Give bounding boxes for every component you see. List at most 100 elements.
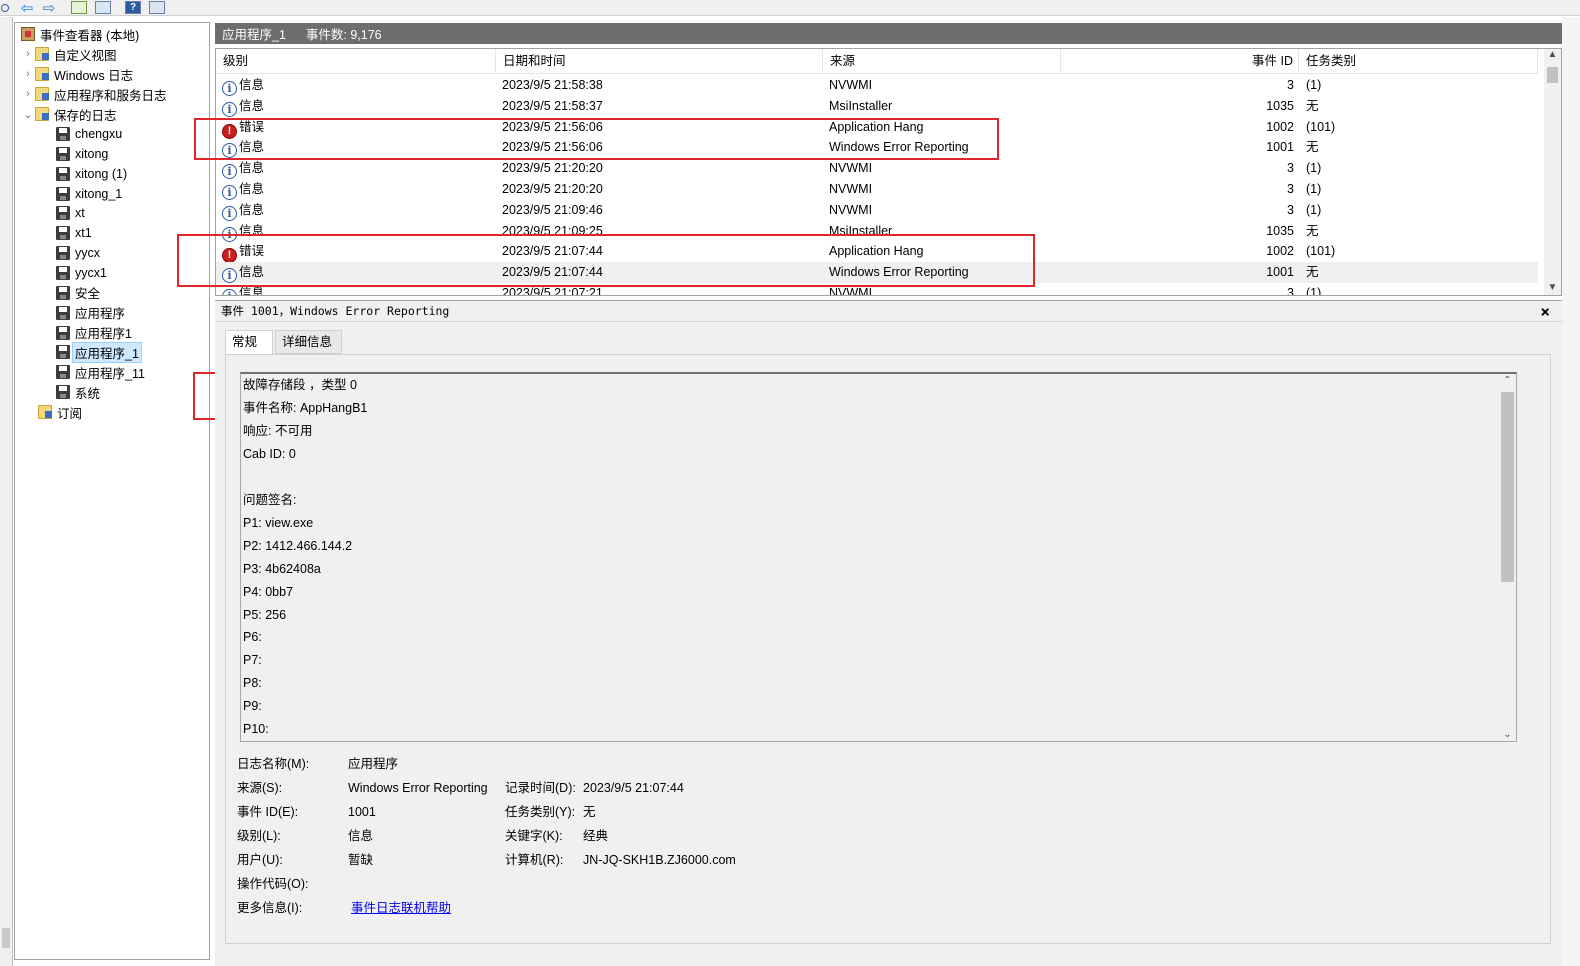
saved-log-item[interactable]: 应用程序_1 [56,341,142,363]
saved-log-item[interactable]: yycx [56,243,100,263]
event-level: i信息 [222,262,264,284]
back-icon[interactable]: ⇦ [18,0,36,17]
saved-log-item[interactable]: 应用程序_11 [56,362,145,382]
close-icon[interactable]: × [1540,302,1550,321]
log-name-value: 应用程序 [348,757,399,771]
event-description[interactable]: 故障存储段 ，类型 0 事件名称: AppHangB1 响应: 不可用 Cab ID:… [240,372,1517,742]
event-level: i信息 [222,283,264,295]
tree-node-3[interactable]: ⌄ 保存的日志 [21,104,117,124]
event-source: Application Hang [829,119,924,134]
column-source[interactable]: 来源 [823,49,1061,74]
online-help-link[interactable]: 事件日志联机帮助 [351,897,451,919]
column-level[interactable]: 级别 [216,49,496,74]
saved-log-icon [56,127,70,141]
saved-log-item[interactable]: xt [56,203,85,223]
tree-node-0[interactable]: › 自定义视图 [21,44,117,64]
event-level: i信息 [222,200,264,221]
tree-node-1[interactable]: › Windows 日志 [21,64,133,84]
saved-log-item[interactable]: 应用程序1 [56,323,132,343]
event-level: i信息 [222,158,264,180]
event-task: (1) [1306,78,1322,92]
event-row[interactable]: i 信息 2023/9/5 21:58:37 MsiInstaller 1035 无 [216,96,1538,117]
event-task: 无 [1306,265,1319,280]
saved-log-item[interactable]: xitong_1 [56,184,122,204]
event-source: Windows Error Reporting [829,265,969,280]
tree-item-subscriptions[interactable]: 订阅 [38,402,82,422]
scroll-down-icon[interactable]: ▼ [1544,282,1561,293]
event-row[interactable]: i信息 2023/9/5 21:07:21 NVWMI 3 (1) [216,283,1538,296]
help-icon[interactable]: ? [124,0,142,15]
event-row[interactable]: i 信息 2023/9/5 21:09:25 MsiInstaller 1035 无 [216,221,1538,242]
saved-log-icon [56,186,70,201]
event-level: i信息 [222,221,264,242]
event-viewer-icon [21,27,35,41]
description-line: P1: view.exe [243,515,314,530]
saved-log-item[interactable]: 应用程序 [56,303,125,323]
description-scrollbar[interactable]: ⌃ ⌄ [1499,374,1516,741]
info-icon: i [222,81,237,96]
description-line: P9: [243,699,262,714]
scroll-up-icon[interactable]: ⌃ [1499,375,1516,386]
saved-log-item[interactable]: xt1 [56,223,92,243]
event-row[interactable]: i 信息 2023/9/5 21:56:06 Windows Error Report… [216,137,1538,159]
event-datetime: 2023/9/5 21:07:44 [502,265,603,280]
tree-node-2[interactable]: › 应用程序和服务日志 [21,84,167,104]
event-detail-header: 事件 1001，Windows Error Reporting × [215,300,1562,322]
saved-log-item[interactable]: xitong (1) [56,164,127,184]
chevron-right-icon[interactable]: › [21,48,35,60]
description-line: 响应: 不可用 [243,423,313,438]
error-icon: ! [222,248,237,264]
column-datetime[interactable]: 日期和时间 [496,49,823,74]
event-task: (1) [1306,286,1322,296]
scroll-thumb[interactable] [1501,392,1514,582]
event-row[interactable]: ! 错误 2023/9/5 21:07:44 Application Hang 1002… [216,241,1538,264]
user-label: 用户(U): [237,853,283,867]
event-row[interactable]: i 信息 2023/9/5 21:20:20 NVWMI 3 (1) [216,179,1538,200]
event-row[interactable]: i 信息 2023/9/5 21:09:46 NVWMI 3 (1) [216,200,1538,221]
event-datetime: 2023/9/5 21:07:44 [502,244,603,259]
pane-icon[interactable] [148,0,166,15]
forward-icon[interactable]: ⇨ [40,0,58,17]
saved-log-item[interactable]: yycx1 [56,263,107,283]
event-task: (1) [1306,202,1322,217]
event-row[interactable]: i 信息 2023/9/5 21:20:20 NVWMI 3 (1) [216,158,1538,180]
scroll-thumb[interactable] [1547,67,1558,83]
event-row[interactable]: i 信息 2023/9/5 21:58:38 NVWMI 3 (1) [216,75,1538,96]
logged-value: 2023/9/5 21:07:44 [583,781,684,795]
event-row[interactable]: i 信息 2023/9/5 21:07:44 Windows Error Report… [216,262,1538,284]
column-task-category[interactable]: 任务类别 [1299,49,1538,74]
event-id: 1035 [1266,98,1294,113]
event-detail: 常规 详细信息 故障存储段 ，类型 0 事件名称: AppHangB1 响应: 不可… [215,322,1562,958]
view-icon[interactable] [94,0,112,15]
scroll-down-icon[interactable]: ⌄ [1499,729,1516,740]
saved-log-item[interactable]: 安全 [56,283,100,303]
event-id: 1002 [1266,244,1294,259]
saved-log-icon [56,365,70,380]
saved-log-item[interactable]: xitong [56,144,108,164]
column-event-id[interactable]: 事件 ID [1061,49,1299,74]
description-line: P2: 1412.466.144.2 [243,538,353,553]
saved-log-icon [56,345,70,360]
event-level: i信息 [222,75,264,96]
chevron-right-icon[interactable]: › [21,88,35,100]
saved-log-item[interactable]: chengxu [56,124,122,144]
keywords-value: 经典 [583,829,609,843]
event-task: (1) [1306,161,1322,176]
saved-log-item[interactable]: 系统 [56,382,100,402]
tab-general[interactable]: 常规 [225,330,273,355]
toolbar: ⇦ ⇨ ? [0,0,1580,17]
tab-details[interactable]: 详细信息 [275,330,342,354]
description-line: 事件名称: AppHangB1 [243,400,368,415]
list-scrollbar[interactable]: ▲ ▼ [1544,49,1561,295]
properties-icon[interactable] [70,0,88,15]
event-id: 1001 [1266,265,1294,280]
event-level: ! 错误 [222,241,264,264]
chevron-right-icon[interactable]: › [21,68,35,80]
saved-log-icon [56,146,70,161]
event-datetime: 2023/9/5 21:20:20 [502,182,603,196]
scroll-up-icon[interactable]: ▲ [1544,49,1561,60]
event-source: NVWMI [829,182,873,196]
chevron-down-icon[interactable]: ⌄ [21,108,35,121]
tree-root[interactable]: 事件查看器 (本地) [21,24,139,44]
event-row[interactable]: ! 错误 2023/9/5 21:56:06 Application Hang 1002… [216,117,1538,139]
